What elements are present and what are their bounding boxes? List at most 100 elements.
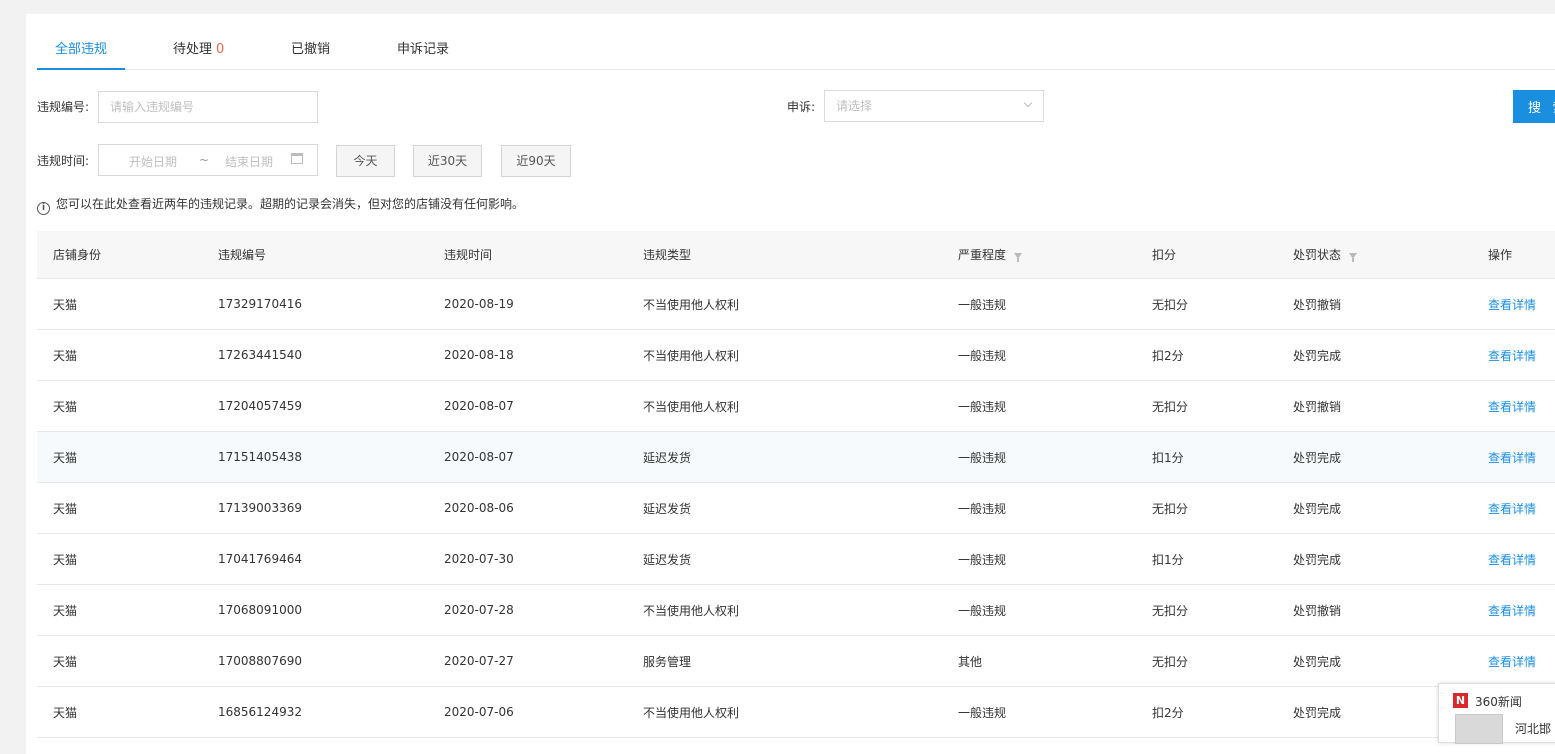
cell-violation-no: 17329170416 — [218, 297, 302, 311]
cell-penalty-status: 处罚完成 — [1293, 552, 1342, 567]
cell-severity: 一般违规 — [958, 450, 1007, 465]
news-thumbnail — [1455, 714, 1503, 744]
search-button[interactable]: 搜 索 — [1513, 90, 1555, 123]
cell-points: 无扣分 — [1152, 501, 1189, 516]
cell-violation-time: 2020-07-27 — [444, 654, 514, 668]
cell-penalty-status: 处罚完成 — [1293, 654, 1342, 669]
cell-violation-type: 不当使用他人权利 — [643, 705, 740, 720]
cell-violation-time: 2020-08-07 — [444, 399, 514, 413]
today-button[interactable]: 今天 — [336, 145, 395, 177]
table-row: 天猫 17263441540 2020-08-18 不当使用他人权利 一般违规 扣2分 处罚… — [37, 330, 1555, 381]
cell-violation-time: 2020-08-06 — [444, 501, 514, 515]
table-header: 店铺身份 违规编号 违规时间 违规类型 严重程度 扣分 处罚状态 操作 — [37, 231, 1555, 279]
cell-points: 扣1分 — [1152, 450, 1184, 465]
news-logo-icon: N — [1453, 693, 1468, 708]
col-penalty-status-label: 处罚状态 — [1293, 248, 1342, 262]
cell-view-details-link[interactable]: 查看详情 — [1488, 585, 1536, 635]
calendar-icon — [291, 153, 303, 164]
col-severity-label: 严重程度 — [958, 248, 1007, 262]
table-row: 天猫 17151405438 2020-08-07 延迟发货 一般违规 扣1分 处罚完成 查看… — [37, 432, 1555, 483]
cell-view-details-link[interactable]: 查看详情 — [1488, 279, 1536, 329]
cell-penalty-status: 处罚完成 — [1293, 705, 1342, 720]
cell-violation-no: 17151405438 — [218, 450, 302, 464]
table-row: 天猫 17068091000 2020-07-28 不当使用他人权利 一般违规 无扣分 处罚… — [37, 585, 1555, 636]
cell-severity: 一般违规 — [958, 705, 1007, 720]
cell-violation-no: 17139003369 — [218, 501, 302, 515]
cell-penalty-status: 处罚撤销 — [1293, 297, 1342, 312]
cell-violation-type: 不当使用他人权利 — [643, 348, 740, 363]
pending-count: 0 — [216, 42, 225, 57]
cell-violation-time: 2020-08-07 — [444, 450, 514, 464]
cell-severity: 一般违规 — [958, 552, 1007, 567]
cell-view-details-link[interactable]: 查看详情 — [1488, 381, 1536, 431]
cell-shop-identity: 天猫 — [53, 552, 78, 567]
notice: i 您可以在此处查看近两年的违规记录。超期的记录会消失，但对您的店铺没有任何影响。 — [37, 195, 524, 215]
col-violation-type: 违规类型 — [643, 248, 692, 262]
cell-penalty-status: 处罚完成 — [1293, 348, 1342, 363]
cell-violation-type: 不当使用他人权利 — [643, 603, 740, 618]
cell-violation-type: 不当使用他人权利 — [643, 399, 740, 414]
cell-points: 无扣分 — [1152, 603, 1189, 618]
tab-label: 全部违规 — [55, 42, 108, 57]
cell-violation-no: 17204057459 — [218, 399, 302, 413]
cell-penalty-status: 处罚完成 — [1293, 501, 1342, 516]
date-range-picker[interactable]: 开始日期 ~ 结束日期 — [98, 144, 318, 176]
col-penalty-status: 处罚状态 — [1293, 231, 1358, 278]
table-row: 天猫 17204057459 2020-08-07 不当使用他人权利 一般违规 无扣分 处罚… — [37, 381, 1555, 432]
tab-pending[interactable]: 待处理 0 — [173, 38, 224, 57]
news-popup[interactable]: N 360新闻 河北邯 — [1438, 683, 1555, 744]
cell-severity: 其他 — [958, 654, 983, 669]
cell-shop-identity: 天猫 — [53, 654, 78, 669]
table-row: 天猫 17041769464 2020-07-30 延迟发货 一般违规 扣1分 处罚完成 查看… — [37, 534, 1555, 585]
tab-revoked[interactable]: 已撤销 — [291, 38, 330, 57]
tab-bar: 全部违规 待处理 0 已撤销 申诉记录 — [37, 32, 1555, 70]
cell-view-details-link[interactable]: 查看详情 — [1488, 330, 1536, 380]
col-severity: 严重程度 — [958, 231, 1023, 278]
cell-violation-time: 2020-07-28 — [444, 603, 514, 617]
cell-penalty-status: 处罚撤销 — [1293, 399, 1342, 414]
cell-shop-identity: 天猫 — [53, 603, 78, 618]
table-body: 天猫 17329170416 2020-08-19 不当使用他人权利 一般违规 无扣分 处罚… — [37, 279, 1555, 738]
chevron-down-icon — [1023, 98, 1033, 108]
tab-label: 已撤销 — [291, 42, 331, 57]
cell-penalty-status: 处罚撤销 — [1293, 603, 1342, 618]
filter-icon[interactable] — [1349, 252, 1358, 262]
tab-appeal-records[interactable]: 申诉记录 — [397, 38, 449, 57]
col-actions: 操作 — [1488, 248, 1513, 262]
table-row: 天猫 16856124932 2020-07-06 不当使用他人权利 一般违规 扣2分 处罚… — [37, 687, 1555, 738]
cell-severity: 一般违规 — [958, 501, 1007, 516]
last-90-days-button[interactable]: 近90天 — [501, 145, 571, 177]
table-row: 天猫 17329170416 2020-08-19 不当使用他人权利 一般违规 无扣分 处罚… — [37, 279, 1555, 330]
last-30-days-button[interactable]: 近30天 — [413, 145, 482, 177]
cell-view-details-link[interactable]: 查看详情 — [1488, 636, 1536, 686]
cell-violation-time: 2020-08-19 — [444, 297, 514, 311]
range-separator: ~ — [199, 153, 210, 167]
start-date-placeholder: 开始日期 — [129, 155, 178, 169]
cell-severity: 一般违规 — [958, 348, 1007, 363]
appeal-label: 申诉: — [787, 100, 816, 114]
cell-points: 扣2分 — [1152, 348, 1184, 363]
cell-view-details-link[interactable]: 查看详情 — [1488, 534, 1536, 584]
tab-all-violations[interactable]: 全部违规 — [55, 38, 107, 57]
table-row: 天猫 17008807690 2020-07-27 服务管理 其他 无扣分 处罚完成 查看详情 — [37, 636, 1555, 687]
cell-violation-no: 17041769464 — [218, 552, 302, 566]
appeal-select[interactable]: 请选择 — [824, 90, 1044, 122]
table-row: 天猫 17139003369 2020-08-06 延迟发货 一般违规 无扣分 处罚完成 查看… — [37, 483, 1555, 534]
cell-shop-identity: 天猫 — [53, 501, 78, 516]
active-tab-indicator — [37, 68, 125, 70]
tab-label: 申诉记录 — [397, 42, 450, 57]
appeal-select-placeholder: 请选择 — [836, 99, 873, 113]
violation-no-label: 违规编号: — [37, 100, 90, 114]
cell-shop-identity: 天猫 — [53, 297, 78, 312]
cell-severity: 一般违规 — [958, 603, 1007, 618]
filter-icon[interactable] — [1014, 252, 1023, 262]
cell-view-details-link[interactable]: 查看详情 — [1488, 432, 1536, 482]
cell-violation-type: 延迟发货 — [643, 552, 692, 567]
info-icon: i — [37, 202, 50, 215]
cell-violation-time: 2020-07-30 — [444, 552, 514, 566]
cell-points: 扣2分 — [1152, 705, 1184, 720]
violation-no-input[interactable] — [98, 91, 318, 123]
cell-shop-identity: 天猫 — [53, 705, 78, 720]
col-shop-identity: 店铺身份 — [53, 248, 102, 262]
cell-view-details-link[interactable]: 查看详情 — [1488, 483, 1536, 533]
